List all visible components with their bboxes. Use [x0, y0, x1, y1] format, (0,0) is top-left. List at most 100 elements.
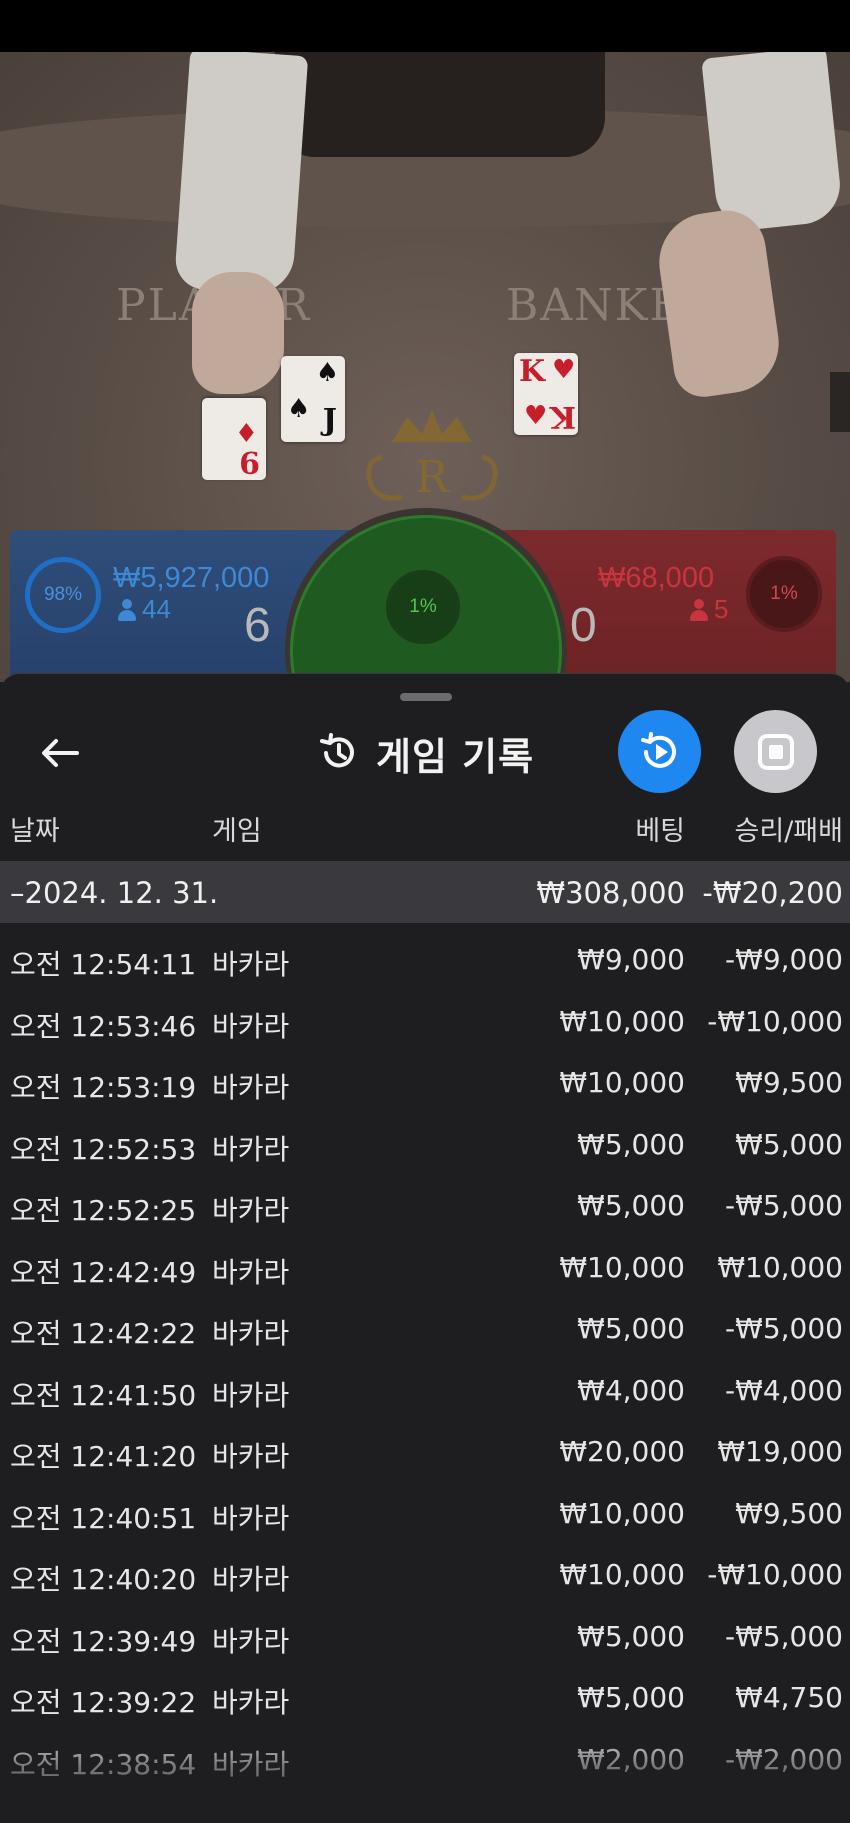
row-game: 바카라: [212, 1132, 290, 1166]
row-bet: ₩5,000: [577, 1619, 685, 1653]
card-rank: K: [519, 354, 546, 389]
history-row[interactable]: 오전 12:42:49 바카라 ₩10,000 ₩10,000: [0, 1231, 850, 1293]
spade-suit-icon: ♠: [315, 358, 339, 388]
player-bettor-number: 44: [142, 594, 171, 624]
history-row[interactable]: 오전 12:39:49 바카라 ₩5,000 -₩5,000: [0, 1600, 850, 1662]
person-icon: [118, 598, 136, 621]
history-row[interactable]: 오전 12:41:20 바카라 ₩20,000 ₩19,000: [0, 1415, 850, 1477]
row-bet: ₩10,000: [559, 1496, 685, 1530]
replay-icon: [640, 731, 676, 768]
row-bet: ₩5,000: [577, 1189, 685, 1222]
column-header-date[interactable]: 날짜: [10, 809, 60, 848]
column-header-result[interactable]: 승리/패배: [735, 809, 843, 848]
day-group-date: –2024. 12. 31.: [10, 876, 219, 910]
row-game: 바카라: [212, 1378, 290, 1412]
banker-percent-ring: 1%: [746, 556, 822, 632]
banker-score: 0: [570, 599, 597, 652]
diamond-suit-icon: ♦: [234, 416, 258, 446]
page-title: 게임 기록: [376, 734, 535, 779]
dealer-hand-right: [652, 205, 786, 401]
row-time: 오전 12:40:20: [10, 1563, 197, 1596]
history-row[interactable]: 오전 12:40:20 바카라 ₩10,000 -₩10,000: [0, 1538, 850, 1600]
row-time: 오전 12:39:22: [10, 1686, 197, 1719]
row-game: 바카라: [212, 1501, 290, 1535]
row-result: ₩4,750: [735, 1681, 843, 1714]
row-game: 바카라: [212, 1071, 290, 1104]
row-time: 오전 12:52:53: [10, 1132, 197, 1166]
row-bet: ₩5,000: [577, 1312, 685, 1345]
column-header-game[interactable]: 게임: [212, 809, 262, 848]
person-icon: [690, 598, 708, 621]
row-result: -₩10,000: [707, 1558, 843, 1591]
sheet-header: 게임 기록: [318, 723, 534, 783]
day-group-row[interactable]: –2024. 12. 31. ₩308,000 -₩20,200: [0, 861, 850, 923]
arrow-left-icon: [42, 739, 79, 767]
history-row[interactable]: 오전 12:52:25 바카라 ₩5,000 -₩5,000: [0, 1169, 850, 1231]
row-result: ₩19,000: [717, 1435, 843, 1468]
dealer-sleeve-left: [173, 52, 309, 296]
status-bar: [0, 0, 850, 52]
heart-suit-icon: ♥: [552, 355, 576, 385]
row-time: 오전 12:42:22: [10, 1317, 197, 1350]
player-bettor-count: 44: [118, 594, 171, 625]
card-rank: 9: [239, 444, 260, 479]
history-row[interactable]: 오전 12:41:50 바카라 ₩4,000 -₩4,000: [0, 1354, 850, 1416]
player-card-2: ♠ ♠ J: [281, 356, 345, 442]
day-group-total-bet: ₩308,000: [536, 876, 685, 910]
player-percent-ring: 98%: [25, 557, 101, 633]
sheet-drag-handle[interactable]: [400, 693, 452, 701]
row-game: 바카라: [212, 1194, 290, 1227]
row-bet: ₩5,000: [577, 1127, 685, 1161]
replay-button[interactable]: [618, 710, 701, 793]
player-card-1: 9 ♦: [202, 398, 266, 480]
player-score: 6: [244, 599, 271, 652]
history-row[interactable]: 오전 12:53:46 바카라 ₩10,000 -₩10,000: [0, 985, 850, 1047]
row-result: -₩5,000: [725, 1312, 843, 1345]
row-bet: ₩10,000: [559, 1004, 685, 1038]
row-time: 오전 12:53:46: [10, 1009, 197, 1043]
row-result: ₩5,000: [735, 1127, 843, 1161]
row-game: 바카라: [212, 1686, 290, 1719]
heart-suit-icon: ♥: [524, 401, 548, 431]
row-bet: ₩2,000: [577, 1742, 685, 1776]
banker-card-1: K ♥ ♥ K: [514, 353, 578, 435]
history-row[interactable]: 오전 12:53:19 바카라 ₩10,000 ₩9,500: [0, 1046, 850, 1108]
banker-bettor-number: 5: [714, 594, 729, 624]
banker-bettor-count: 5: [690, 594, 728, 625]
row-game: 바카라: [212, 1009, 290, 1043]
history-row[interactable]: 오전 12:54:11 바카라 ₩9,000 -₩9,000: [0, 923, 850, 985]
banker-total-bet: ₩68,000: [598, 562, 715, 594]
game-history-sheet: 게임 기록 날짜 게임 베팅 승리/패배 –2024. 12. 31. ₩308…: [0, 673, 850, 1823]
history-row[interactable]: 오전 12:52:53 바카라 ₩5,000 ₩5,000: [0, 1108, 850, 1170]
row-bet: ₩10,000: [559, 1558, 685, 1591]
dealer-hand-left: [192, 272, 284, 394]
history-row[interactable]: 오전 12:39:22 바카라 ₩5,000 ₩4,750: [0, 1661, 850, 1723]
row-result: -₩2,000: [725, 1742, 843, 1776]
row-time: 오전 12:52:25: [10, 1194, 197, 1227]
row-bet: ₩10,000: [559, 1066, 685, 1099]
app-screen: PLAYER BANKER R 9 ♦ ♠ ♠ J K ♥ ♥ K 98% 1%: [0, 0, 850, 1823]
row-bet: ₩10,000: [559, 1250, 685, 1284]
row-result: -₩5,000: [725, 1189, 843, 1222]
spade-suit-icon: ♠: [287, 394, 311, 424]
row-bet: ₩4,000: [577, 1373, 685, 1407]
row-time: 오전 12:40:51: [10, 1501, 197, 1535]
card-rank: J: [322, 403, 337, 438]
row-time: 오전 12:39:49: [10, 1624, 197, 1658]
column-header-bet[interactable]: 베팅: [635, 809, 685, 848]
history-row[interactable]: 오전 12:38:54 바카라 ₩2,000 -₩2,000: [0, 1723, 850, 1785]
crest-letter: R: [415, 452, 450, 503]
row-result: -₩5,000: [725, 1619, 843, 1653]
back-button[interactable]: [30, 723, 90, 783]
history-row[interactable]: 오전 12:42:22 바카라 ₩5,000 -₩5,000: [0, 1292, 850, 1354]
row-bet: ₩5,000: [577, 1681, 685, 1714]
history-row[interactable]: 오전 12:40:51 바카라 ₩10,000 ₩9,500: [0, 1477, 850, 1539]
stop-button[interactable]: [734, 710, 817, 793]
row-game: 바카라: [212, 1255, 290, 1289]
history-list: 오전 12:54:11 바카라 ₩9,000 -₩9,000 오전 12:53:…: [0, 923, 850, 1784]
row-time: 오전 12:38:54: [10, 1747, 197, 1781]
day-group-total-result: -₩20,200: [702, 876, 843, 910]
row-result: ₩9,500: [735, 1496, 843, 1530]
row-time: 오전 12:54:11: [10, 948, 197, 981]
row-bet: ₩9,000: [577, 943, 685, 976]
